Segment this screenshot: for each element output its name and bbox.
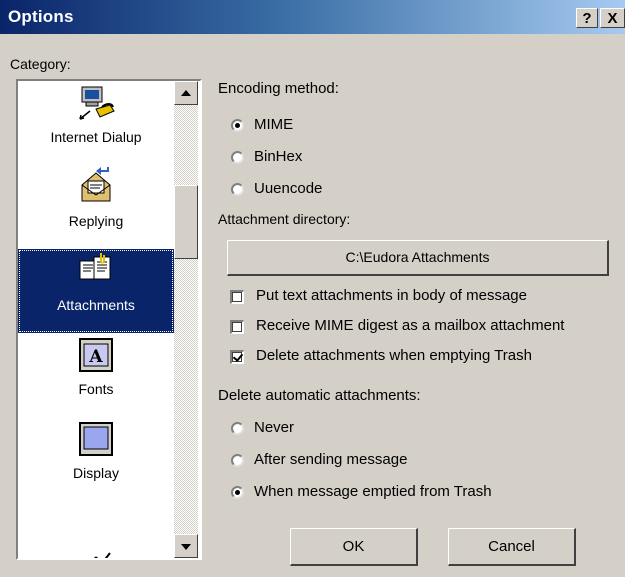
- category-label-text: Replying: [68, 213, 124, 229]
- delete-after-sending-label[interactable]: After sending message: [254, 451, 407, 468]
- text-in-body-checkbox[interactable]: [230, 290, 244, 304]
- mime-digest-label[interactable]: Receive MIME digest as a mailbox attachm…: [256, 317, 564, 334]
- encoding-binhex-radio[interactable]: [231, 151, 244, 164]
- mime-digest-checkbox[interactable]: [230, 320, 244, 334]
- category-item-fonts[interactable]: A Fonts: [18, 333, 174, 417]
- encoding-binhex-label[interactable]: BinHex: [254, 148, 302, 165]
- category-item-display[interactable]: Display: [18, 417, 174, 501]
- scroll-thumb[interactable]: [174, 185, 198, 259]
- display-icon: [79, 422, 113, 456]
- category-label-text: Attachments: [57, 297, 135, 313]
- category-scrollbar[interactable]: [174, 81, 198, 558]
- checkmail-icon: [93, 552, 111, 558]
- ok-button[interactable]: OK: [290, 528, 418, 566]
- replying-icon: [81, 167, 111, 202]
- close-button[interactable]: X: [600, 8, 625, 28]
- delete-on-trash-label[interactable]: Delete attachments when emptying Trash: [256, 347, 532, 364]
- fonts-icon: A: [79, 338, 113, 372]
- internet-dialup-icon: [79, 86, 115, 120]
- attachment-directory-label: Attachment directory:: [218, 211, 351, 227]
- category-list[interactable]: Internet Dialup Replying Attachments A F…: [16, 79, 202, 560]
- category-label-text: Display: [73, 465, 119, 481]
- svg-text:A: A: [88, 347, 103, 367]
- encoding-mime-label[interactable]: MIME: [254, 116, 293, 133]
- cancel-button[interactable]: Cancel: [448, 528, 576, 566]
- window-title: Options: [8, 7, 74, 26]
- encoding-uuencode-radio[interactable]: [231, 183, 244, 196]
- category-item-internet-dialup[interactable]: Internet Dialup: [18, 81, 174, 165]
- arrow-up-icon: [181, 90, 191, 96]
- encoding-mime-radio[interactable]: [231, 119, 244, 132]
- category-label-text: Fonts: [78, 381, 114, 397]
- title-bar: Options ? X: [0, 0, 625, 34]
- category-label: Category:: [10, 56, 71, 72]
- category-item-attachments[interactable]: Attachments: [18, 249, 174, 333]
- attachment-directory-button[interactable]: C:\Eudora Attachments: [227, 240, 609, 276]
- category-item-partial[interactable]: [18, 501, 174, 558]
- encoding-method-label: Encoding method:: [218, 80, 339, 97]
- delete-never-label[interactable]: Never: [254, 419, 294, 436]
- encoding-uuencode-label[interactable]: Uuencode: [254, 180, 322, 197]
- delete-after-sending-radio[interactable]: [231, 454, 244, 467]
- category-item-replying[interactable]: Replying: [18, 165, 174, 249]
- scroll-down-button[interactable]: [174, 534, 198, 558]
- scroll-up-button[interactable]: [174, 81, 198, 105]
- text-in-body-label[interactable]: Put text attachments in body of message: [256, 287, 527, 304]
- category-label-text: Internet Dialup: [50, 129, 142, 145]
- delete-on-trash-checkbox[interactable]: [230, 350, 244, 364]
- delete-never-radio[interactable]: [231, 422, 244, 435]
- delete-automatic-label: Delete automatic attachments:: [218, 387, 421, 404]
- delete-when-emptied-radio[interactable]: [231, 486, 244, 499]
- attachments-icon: [79, 253, 111, 280]
- help-button[interactable]: ?: [576, 8, 598, 28]
- arrow-down-icon: [181, 544, 191, 550]
- delete-when-emptied-label[interactable]: When message emptied from Trash: [254, 483, 492, 500]
